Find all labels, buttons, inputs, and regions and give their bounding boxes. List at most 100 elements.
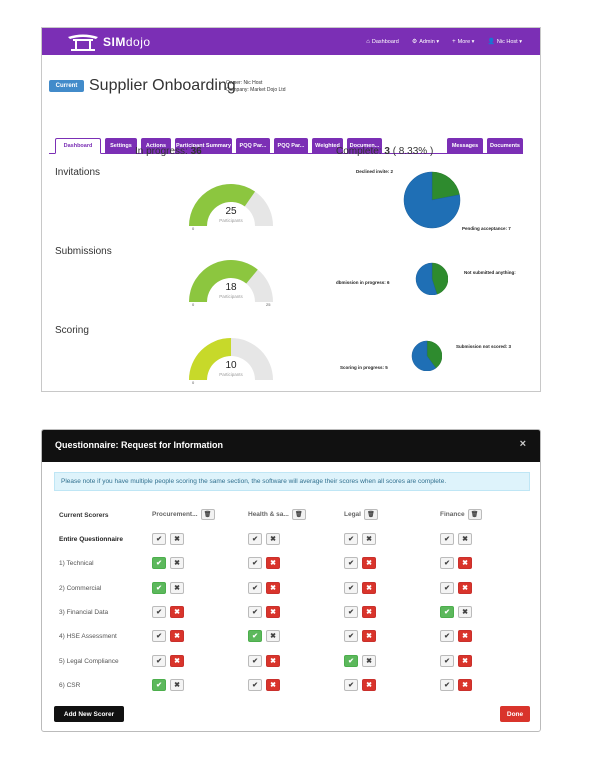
check-icon[interactable]: ✔	[248, 630, 262, 642]
trash-icon[interactable]: 🗑	[291, 509, 306, 520]
info-alert: Please note if you have multiple people …	[54, 472, 530, 491]
tab-dashboard[interactable]: Dashboard	[55, 138, 101, 154]
cross-icon[interactable]: ✖	[170, 582, 184, 594]
cross-icon[interactable]: ✖	[458, 630, 472, 642]
section-invitations: Invitations	[55, 167, 101, 178]
scorer-permission-cell: ✔ ✖	[344, 655, 376, 667]
gauge-min: 0	[192, 226, 195, 231]
row-label: 6) CSR	[59, 682, 81, 689]
cross-icon[interactable]: ✖	[170, 533, 184, 545]
cross-icon[interactable]: ✖	[170, 557, 184, 569]
scorer-permission-cell: ✔ ✖	[248, 557, 280, 569]
cross-icon[interactable]: ✖	[362, 533, 376, 545]
cross-icon[interactable]: ✖	[266, 679, 280, 691]
check-icon[interactable]: ✔	[248, 679, 262, 691]
in-progress-summary: In progress: 36	[135, 146, 202, 157]
check-icon[interactable]: ✔	[440, 582, 454, 594]
cross-icon[interactable]: ✖	[170, 679, 184, 691]
cross-icon[interactable]: ✖	[362, 679, 376, 691]
cross-icon[interactable]: ✖	[266, 655, 280, 667]
tab-pqq-1[interactable]: PQQ Par...	[236, 138, 270, 154]
nav-user[interactable]: 👤 Nic Host ▾	[487, 38, 522, 46]
trash-icon[interactable]: 🗑	[363, 509, 378, 520]
check-icon[interactable]: ✔	[152, 630, 166, 642]
nav-dashboard[interactable]: ⌂ Dashboard	[366, 39, 399, 45]
scorers-modal: Questionnaire: Request for Information ×…	[41, 429, 541, 732]
cross-icon[interactable]: ✖	[170, 606, 184, 618]
status-badge: Current	[49, 80, 84, 92]
check-icon[interactable]: ✔	[248, 606, 262, 618]
done-button[interactable]: Done	[500, 706, 530, 722]
check-icon[interactable]: ✔	[344, 630, 358, 642]
check-icon[interactable]: ✔	[344, 582, 358, 594]
nav-more[interactable]: + More ▾	[452, 39, 474, 45]
check-icon[interactable]: ✔	[344, 655, 358, 667]
check-icon[interactable]: ✔	[152, 533, 166, 545]
check-icon[interactable]: ✔	[440, 679, 454, 691]
scorer-permission-cell: ✔ ✖	[440, 533, 472, 545]
check-icon[interactable]: ✔	[152, 557, 166, 569]
tab-messages[interactable]: Messages	[447, 138, 483, 154]
check-icon[interactable]: ✔	[248, 557, 262, 569]
nav-dashboard-label: Dashboard	[371, 38, 399, 45]
row-label: 4) HSE Assessment	[59, 633, 117, 640]
cross-icon[interactable]: ✖	[266, 533, 280, 545]
check-icon[interactable]: ✔	[152, 606, 166, 618]
add-new-scorer-button[interactable]: Add New Scorer	[54, 706, 124, 722]
check-icon[interactable]: ✔	[344, 679, 358, 691]
cross-icon[interactable]: ✖	[458, 606, 472, 618]
cross-icon[interactable]: ✖	[266, 557, 280, 569]
row-label: 5) Legal Compliance	[59, 658, 119, 665]
company-text: Company: Market Dojo Ltd	[226, 87, 286, 93]
scorer-permission-cell: ✔ ✖	[152, 630, 184, 642]
check-icon[interactable]: ✔	[152, 679, 166, 691]
invitations-pie	[403, 171, 461, 229]
cross-icon[interactable]: ✖	[266, 606, 280, 618]
check-icon[interactable]: ✔	[440, 655, 454, 667]
tab-settings[interactable]: Settings	[105, 138, 137, 154]
cross-icon[interactable]: ✖	[458, 679, 472, 691]
trash-icon[interactable]: 🗑	[200, 509, 215, 520]
nav-admin[interactable]: ⚙ Admin ▾	[412, 38, 439, 46]
tab-documents[interactable]: Documents	[487, 138, 523, 154]
cross-icon[interactable]: ✖	[362, 630, 376, 642]
cross-icon[interactable]: ✖	[170, 655, 184, 667]
in-progress-label: In progress:	[135, 146, 188, 157]
check-icon[interactable]: ✔	[248, 655, 262, 667]
brand-logo[interactable]: SIMdojo	[66, 31, 151, 53]
check-icon[interactable]: ✔	[248, 533, 262, 545]
cross-icon[interactable]: ✖	[266, 582, 280, 594]
check-icon[interactable]: ✔	[440, 557, 454, 569]
column-legal: Legal 🗑	[344, 509, 378, 520]
cross-icon[interactable]: ✖	[362, 606, 376, 618]
submissions-gauge: 18 Participants 0 25	[189, 260, 273, 307]
cross-icon[interactable]: ✖	[458, 655, 472, 667]
cross-icon[interactable]: ✖	[362, 557, 376, 569]
tab-pqq-2[interactable]: PQQ Par...	[274, 138, 308, 154]
cross-icon[interactable]: ✖	[458, 582, 472, 594]
section-scoring: Scoring	[55, 325, 89, 336]
home-icon: ⌂	[366, 38, 370, 45]
cross-icon[interactable]: ✖	[170, 630, 184, 642]
check-icon[interactable]: ✔	[344, 533, 358, 545]
pie-label-scoring-in-progress: Scoring in progress: 5	[340, 365, 388, 370]
cross-icon[interactable]: ✖	[362, 582, 376, 594]
close-icon[interactable]: ×	[520, 438, 526, 450]
check-icon[interactable]: ✔	[440, 606, 454, 618]
cross-icon[interactable]: ✖	[266, 630, 280, 642]
scorer-permission-cell: ✔ ✖	[344, 557, 376, 569]
check-icon[interactable]: ✔	[152, 655, 166, 667]
check-icon[interactable]: ✔	[440, 630, 454, 642]
cross-icon[interactable]: ✖	[458, 533, 472, 545]
cross-icon[interactable]: ✖	[458, 557, 472, 569]
cross-icon[interactable]: ✖	[362, 655, 376, 667]
gauge-max: 25	[266, 302, 271, 307]
check-icon[interactable]: ✔	[344, 557, 358, 569]
trash-icon[interactable]: 🗑	[467, 509, 482, 520]
check-icon[interactable]: ✔	[344, 606, 358, 618]
check-icon[interactable]: ✔	[248, 582, 262, 594]
scorer-permission-cell: ✔ ✖	[152, 582, 184, 594]
check-icon[interactable]: ✔	[152, 582, 166, 594]
check-icon[interactable]: ✔	[440, 533, 454, 545]
scorer-permission-cell: ✔ ✖	[152, 606, 184, 618]
